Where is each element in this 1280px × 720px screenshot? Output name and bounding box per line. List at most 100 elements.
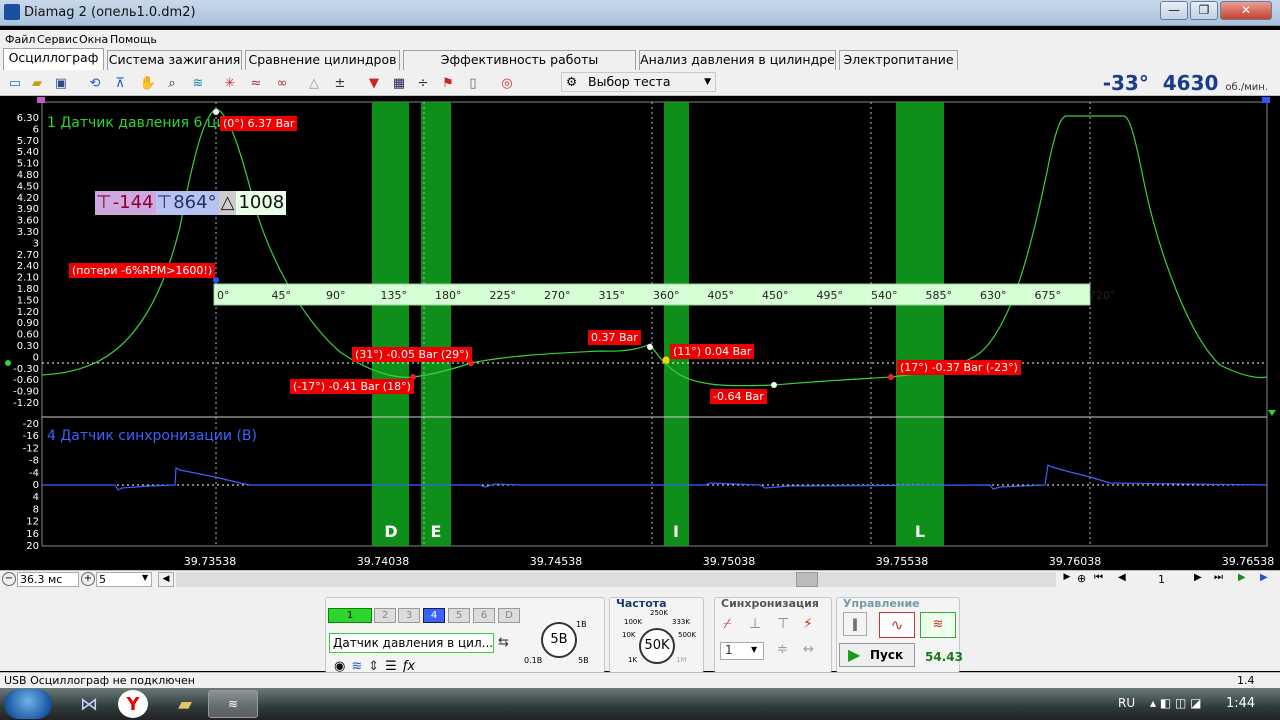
menu-windows[interactable]: Окна: [79, 33, 108, 46]
taskbar: ⋈ Y ▰ ≋ RU ▴ ◧ ◫ ◪ 1:44: [0, 688, 1280, 720]
menu-file[interactable]: Файл: [5, 33, 35, 46]
channel-button-1[interactable]: 1: [328, 608, 372, 623]
diamag-taskbar-icon[interactable]: ≋: [208, 690, 258, 718]
channel-button-6[interactable]: 6: [473, 608, 495, 623]
wave-icon[interactable]: ≈: [246, 73, 266, 93]
tab-power-supply[interactable]: Электропитание: [839, 50, 958, 70]
cursor-a-icon: ⊤: [95, 191, 113, 215]
explorer-icon[interactable]: ▰: [160, 690, 210, 718]
status-bar: USB Осциллограф не подключен 1.4: [0, 672, 1280, 688]
tab-cylinder-compare[interactable]: Сравнение цилиндров: [245, 50, 400, 70]
y-tick-label: 4.80: [17, 170, 39, 181]
version-text: 1.4: [1237, 674, 1255, 687]
open-folder-icon[interactable]: ▰: [27, 73, 47, 93]
voltage-knob-min: 0.1В: [524, 656, 543, 665]
tab-cylinder-efficiency[interactable]: Эффективность работы цилиндров: [403, 50, 636, 85]
split-icon[interactable]: ÷: [413, 73, 433, 93]
new-file-icon[interactable]: ▭: [5, 73, 25, 93]
language-indicator[interactable]: RU: [1118, 696, 1135, 710]
pause-button[interactable]: ‖: [843, 612, 867, 636]
next-page-icon[interactable]: ▶: [1194, 572, 1202, 583]
channel-button-4[interactable]: 4: [423, 608, 445, 623]
single-mode-button[interactable]: ∿: [879, 612, 915, 638]
marker-icon[interactable]: ⊼: [110, 73, 130, 93]
sync-shift-icon[interactable]: ↔: [803, 642, 814, 657]
link-icon[interactable]: ⇆: [498, 635, 509, 650]
scroll-right-button[interactable]: ▶: [1060, 572, 1074, 587]
autoscale-icon[interactable]: ≋: [188, 73, 208, 93]
play-icon[interactable]: ▶: [1238, 572, 1246, 583]
voltage-knob[interactable]: 5В: [541, 622, 577, 658]
filter-icon[interactable]: ▼: [364, 73, 384, 93]
scroll-left-button[interactable]: ◀: [158, 572, 174, 587]
visual-studio-icon[interactable]: ⋈: [64, 690, 114, 718]
frequency-group: Частота 50K 100K 250K 333K 500K 10K 1K 1…: [609, 597, 704, 673]
zoom-icon[interactable]: ⌕: [162, 73, 182, 93]
angle-tick-label: 270°: [544, 289, 571, 302]
marker-label-neg17: (-17°) -0.41 Bar (18°): [290, 379, 414, 394]
yandex-browser-icon[interactable]: Y: [118, 690, 148, 718]
add-page-icon[interactable]: ⊕: [1077, 572, 1086, 585]
start-button[interactable]: ▶ Пуск: [839, 643, 915, 667]
cursor-icon[interactable]: ⟲: [85, 73, 105, 93]
sync-down-icon[interactable]: ⊤: [777, 616, 789, 632]
hand-pan-icon[interactable]: ✋: [138, 73, 158, 93]
save-icon[interactable]: ▣: [51, 73, 71, 93]
menu-help[interactable]: Помощь: [110, 33, 157, 46]
phase-label-i: I: [673, 522, 679, 541]
clock[interactable]: 1:44: [1226, 696, 1255, 711]
prev-page-icon[interactable]: ◀: [1118, 572, 1126, 583]
angle-tick-label: 90°: [326, 289, 346, 302]
start-button[interactable]: [4, 689, 52, 719]
marker-label-peak: (0°) 6.37 Bar: [220, 116, 298, 131]
play-end-icon[interactable]: ▶: [1260, 572, 1268, 583]
minimize-button[interactable]: —: [1160, 1, 1188, 20]
auto-icon[interactable]: △: [304, 73, 324, 93]
flag-icon[interactable]: ⚑: [438, 73, 458, 93]
channel-button-d[interactable]: D: [498, 608, 520, 623]
zoom-in-icon[interactable]: +: [81, 572, 95, 586]
channel-button-5[interactable]: 5: [448, 608, 470, 623]
channel-button-3[interactable]: 3: [398, 608, 420, 623]
test-select[interactable]: ⚙ Выбор теста ▼: [561, 72, 716, 92]
channel-name-field[interactable]: Датчик давления в цил...: [329, 633, 494, 653]
y-tick-label: 12: [26, 517, 39, 528]
sync-channel-select[interactable]: 1: [720, 642, 764, 660]
sync-rising-icon[interactable]: ⌿: [723, 616, 731, 632]
frequency-knob[interactable]: 50K: [639, 628, 675, 664]
sync-level-icon[interactable]: ≑: [777, 642, 788, 657]
zoom-out-icon[interactable]: −: [2, 572, 16, 586]
sync-auto-icon[interactable]: ⚡: [803, 616, 813, 632]
last-page-icon[interactable]: ⏭: [1214, 572, 1223, 583]
measure-icon[interactable]: ✳: [220, 73, 240, 93]
losses-warning: (потери -6%RPM>1600!): [69, 263, 216, 278]
oscilloscope-area[interactable]: 6.30 6 5.70 5.40 5.10 4.80 4.50 4.20 3.90 3.60 3.3…: [0, 97, 1280, 571]
status-text: USB Осциллограф не подключен: [4, 674, 195, 687]
maximize-button[interactable]: ❐: [1190, 1, 1218, 20]
window-title: Diamag 2 (опель1.0.dm2): [24, 5, 196, 20]
tab-oscilloscope[interactable]: Осциллограф: [3, 48, 104, 70]
sync-waveform: [42, 464, 1268, 491]
menu-service[interactable]: Сервис: [37, 33, 78, 46]
document-icon[interactable]: ▯: [463, 73, 483, 93]
overlay-icon[interactable]: ∞: [272, 73, 292, 93]
time-tick-label: 39.76538: [1222, 555, 1275, 568]
close-button[interactable]: ✕: [1220, 1, 1272, 20]
continuous-mode-button[interactable]: ≋: [920, 612, 956, 638]
channel-button-2[interactable]: 2: [374, 608, 396, 623]
tray-icons[interactable]: ▴ ◧ ◫ ◪: [1150, 696, 1201, 710]
tab-bar: Осциллограф Система зажигания Сравнение …: [0, 48, 1280, 85]
grid-icon[interactable]: ▦: [389, 73, 409, 93]
auto-detect-icon[interactable]: ◎: [497, 73, 517, 93]
angle-tick-label: 180°: [435, 289, 462, 302]
first-page-icon[interactable]: ⏮: [1094, 572, 1103, 583]
sync-up-icon[interactable]: ⊥: [749, 616, 761, 632]
tab-pressure-analysis[interactable]: Анализ давления в цилиндре: [639, 50, 836, 70]
horizontal-scrollbar[interactable]: [176, 572, 1056, 587]
y-tick-label: -20: [23, 419, 39, 430]
scroll-thumb[interactable]: [796, 572, 818, 587]
timebase-field[interactable]: 36.3 мс: [17, 572, 79, 587]
tab-ignition[interactable]: Система зажигания: [107, 50, 242, 70]
zero-icon[interactable]: ±: [330, 73, 350, 93]
rpm-value: 4630: [1162, 71, 1219, 95]
